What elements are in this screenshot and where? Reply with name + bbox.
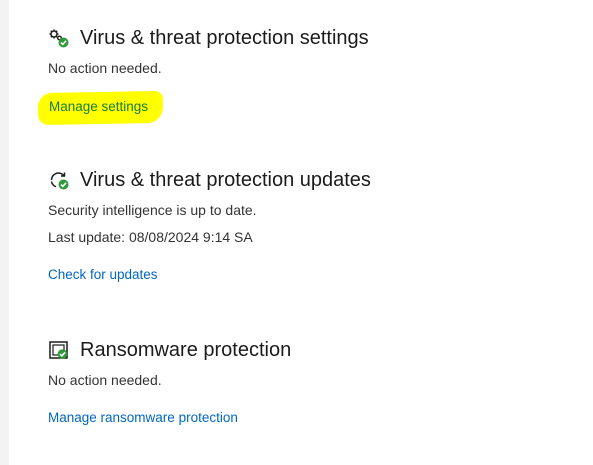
ransomware-status-text: No action needed.: [48, 372, 162, 388]
settings-section: Virus & threat protection settings No ac…: [48, 25, 369, 77]
ransomware-title: Ransomware protection: [80, 338, 292, 361]
ransomware-heading: Ransomware protection: [48, 337, 291, 363]
left-pane-edge: [0, 0, 9, 465]
refresh-check-icon: [50, 172, 69, 190]
updates-section: Virus & threat protection updates Securi…: [48, 167, 371, 284]
settings-heading: Virus & threat protection settings: [48, 25, 369, 51]
updates-status-text: Security intelligence is up to date.: [48, 202, 257, 218]
manage-ransomware-protection-link[interactable]: Manage ransomware protection: [48, 410, 238, 425]
ransomware-shield-icon: [49, 341, 68, 359]
gears-check-icon: [49, 29, 69, 48]
ransomware-section: Ransomware protection No action needed. …: [48, 337, 291, 427]
updates-heading: Virus & threat protection updates: [48, 167, 371, 193]
settings-status-text: No action needed.: [48, 60, 162, 76]
updates-title: Virus & threat protection updates: [80, 168, 371, 191]
settings-title: Virus & threat protection settings: [80, 26, 369, 49]
check-for-updates-link[interactable]: Check for updates: [48, 267, 158, 282]
last-update-text: Last update: 08/08/2024 9:14 SA: [48, 229, 253, 245]
manage-settings-link[interactable]: Manage settings: [49, 99, 148, 114]
